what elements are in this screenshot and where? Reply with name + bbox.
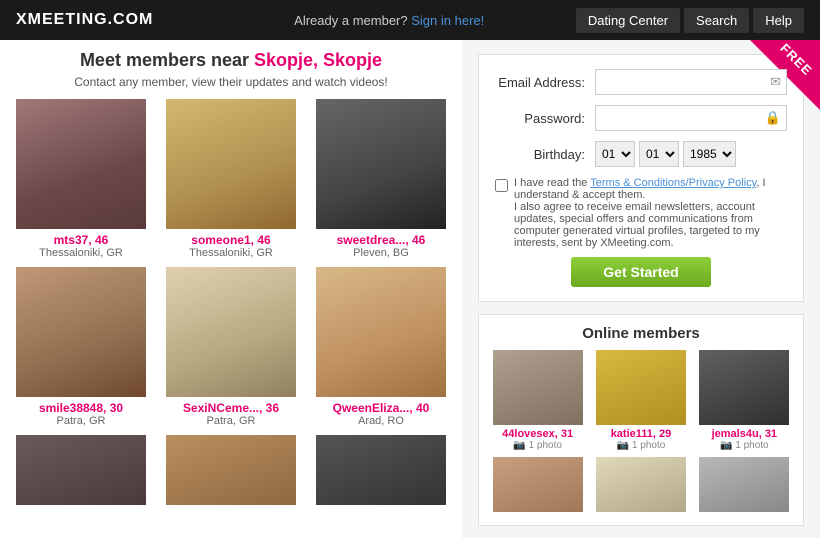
email-input-wrap: ✉ — [595, 69, 787, 95]
main-content: Meet members near Skopje, Skopje Contact… — [0, 40, 820, 538]
online-member-name: katie111, 29 — [592, 428, 689, 440]
birthday-month-select[interactable]: 01020304 05060708 09101112 — [595, 141, 635, 167]
online-member-card[interactable]: katie111, 29 📷 1 photo — [592, 350, 689, 451]
online-member-photo — [596, 457, 686, 512]
online-member-photos: 📷 1 photo — [592, 440, 689, 451]
member-name: QweenEliza..., 40 — [310, 401, 452, 415]
member-card[interactable]: SexiNCeme..., 36 Patra, GR — [160, 267, 302, 427]
search-button[interactable]: Search — [684, 8, 749, 33]
online-member-photos: 📷 1 photo — [489, 440, 586, 451]
online-member-name: 44lovesex, 31 — [489, 428, 586, 440]
terms-link[interactable]: Terms & Conditions/Privacy Policy — [590, 177, 756, 189]
terms-row: I have read the Terms & Conditions/Priva… — [495, 177, 787, 249]
email-input[interactable] — [595, 69, 787, 95]
online-member-photos: 📷 1 photo — [696, 440, 793, 451]
online-member-photo — [699, 350, 789, 425]
email-row: Email Address: ✉ — [495, 69, 787, 95]
birthday-label: Birthday: — [495, 147, 595, 162]
birthday-year-select[interactable]: 1985198419831990 — [683, 141, 736, 167]
member-grid: mts37, 46 Thessaloniki, GR someone1, 46 … — [10, 99, 452, 509]
member-card[interactable] — [10, 435, 152, 509]
member-photo — [166, 435, 296, 505]
password-input[interactable] — [595, 105, 787, 131]
member-photo — [166, 99, 296, 229]
member-photo — [166, 267, 296, 397]
member-location: Arad, RO — [310, 415, 452, 427]
terms-checkbox[interactable] — [495, 179, 508, 192]
member-name: sweetdrea..., 46 — [310, 233, 452, 247]
site-logo: XMEETING.COM — [16, 11, 203, 29]
online-members-title: Online members — [489, 325, 793, 342]
member-photo — [16, 435, 146, 505]
member-location: Patra, GR — [10, 415, 152, 427]
sign-in-link[interactable]: Sign in here! — [411, 13, 484, 28]
password-input-wrap: 🔒 — [595, 105, 787, 131]
member-photo — [16, 99, 146, 229]
birthday-row: Birthday: 01020304 05060708 09101112 010… — [495, 141, 787, 167]
member-location: Thessaloniki, GR — [160, 247, 302, 259]
online-member-photo — [596, 350, 686, 425]
birthday-day-select[interactable]: 01020304 05060708 0910 — [639, 141, 679, 167]
member-card[interactable]: someone1, 46 Thessaloniki, GR — [160, 99, 302, 259]
member-name: mts37, 46 — [10, 233, 152, 247]
online-members-section: Online members 44lovesex, 31 📷 1 photo k… — [478, 314, 804, 526]
member-location: Thessaloniki, GR — [10, 247, 152, 259]
dating-center-button[interactable]: Dating Center — [576, 8, 680, 33]
right-panel: FREE Email Address: ✉ Password: 🔒 Birthd… — [462, 40, 820, 538]
headline: Meet members near Skopje, Skopje — [10, 50, 452, 71]
password-label: Password: — [495, 111, 595, 126]
online-member-card[interactable]: 44lovesex, 31 📷 1 photo — [489, 350, 586, 451]
online-member-photo — [493, 457, 583, 512]
email-icon: ✉ — [770, 74, 781, 90]
password-row: Password: 🔒 — [495, 105, 787, 131]
member-photo — [316, 435, 446, 505]
online-member-card[interactable] — [696, 457, 793, 515]
member-name: someone1, 46 — [160, 233, 302, 247]
member-card[interactable] — [310, 435, 452, 509]
birthday-selects: 01020304 05060708 09101112 01020304 0506… — [595, 141, 736, 167]
member-photo — [16, 267, 146, 397]
header: XMEETING.COM Already a member? Sign in h… — [0, 0, 820, 40]
member-name: smile38848, 30 — [10, 401, 152, 415]
member-card[interactable] — [160, 435, 302, 509]
member-location: Pleven, BG — [310, 247, 452, 259]
terms-text: I have read the Terms & Conditions/Priva… — [514, 177, 787, 249]
online-member-photo — [493, 350, 583, 425]
email-label: Email Address: — [495, 75, 595, 90]
member-name: SexiNCeme..., 36 — [160, 401, 302, 415]
online-member-name: jemals4u, 31 — [696, 428, 793, 440]
registration-form: Email Address: ✉ Password: 🔒 Birthday: 0… — [478, 54, 804, 302]
member-card[interactable]: smile38848, 30 Patra, GR — [10, 267, 152, 427]
member-card[interactable]: QweenEliza..., 40 Arad, RO — [310, 267, 452, 427]
member-card[interactable]: sweetdrea..., 46 Pleven, BG — [310, 99, 452, 259]
online-member-photo — [699, 457, 789, 512]
online-members-grid: 44lovesex, 31 📷 1 photo katie111, 29 📷 1… — [489, 350, 793, 515]
subline: Contact any member, view their updates a… — [10, 75, 452, 89]
already-member-text: Already a member? Sign in here! — [203, 13, 576, 28]
main-nav: Dating Center Search Help — [576, 8, 804, 33]
member-photo — [316, 99, 446, 229]
online-member-card[interactable] — [592, 457, 689, 515]
online-member-card[interactable]: jemals4u, 31 📷 1 photo — [696, 350, 793, 451]
member-location: Patra, GR — [160, 415, 302, 427]
left-panel: Meet members near Skopje, Skopje Contact… — [0, 40, 462, 538]
member-photo — [316, 267, 446, 397]
online-member-card[interactable] — [489, 457, 586, 515]
lock-icon: 🔒 — [765, 110, 781, 126]
member-card[interactable]: mts37, 46 Thessaloniki, GR — [10, 99, 152, 259]
get-started-button[interactable]: Get Started — [571, 257, 711, 287]
help-button[interactable]: Help — [753, 8, 804, 33]
